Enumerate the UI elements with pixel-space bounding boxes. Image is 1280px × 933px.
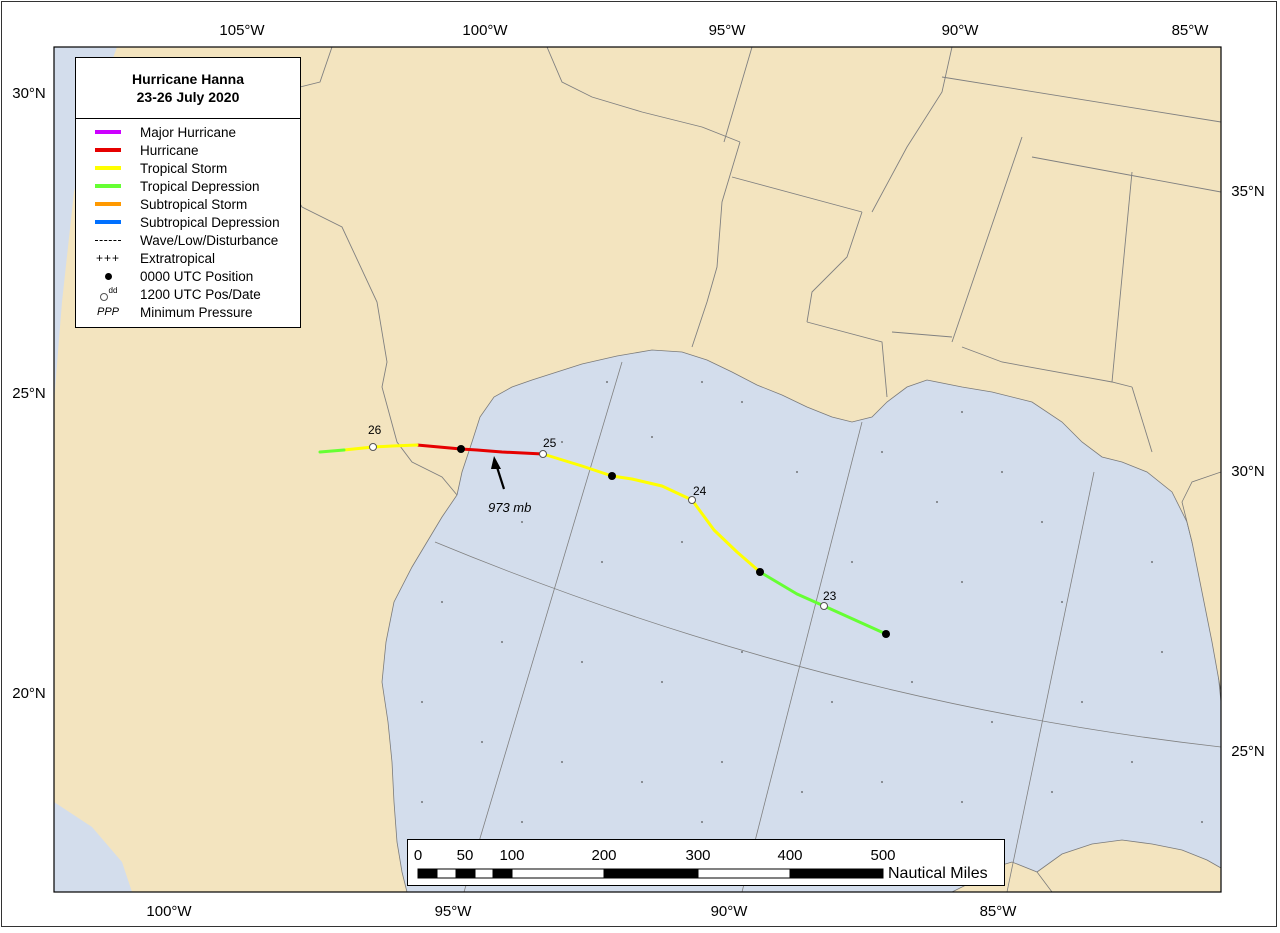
legend-symbol bbox=[76, 159, 140, 177]
legend: Hurricane Hanna 23-26 July 2020 Major Hu… bbox=[75, 57, 301, 328]
legend-item: Subtropical Storm bbox=[76, 195, 300, 213]
date-label-25: 25 bbox=[543, 436, 557, 450]
scale-segment bbox=[697, 868, 791, 879]
scale-segment bbox=[455, 868, 476, 879]
scale-segment bbox=[474, 868, 494, 879]
legend-item: Hurricane bbox=[76, 141, 300, 159]
legend-symbol bbox=[76, 213, 140, 231]
legend-item: 0000 UTC Position bbox=[76, 267, 300, 285]
lat-label-right: 35°N bbox=[1231, 183, 1265, 200]
legend-item: Wave/Low/Disturbance bbox=[76, 231, 300, 249]
lon-label-top: 85°W bbox=[1172, 22, 1210, 39]
scale-bar: 0 50 100 200 300 400 500 Nautical Miles bbox=[407, 839, 1005, 886]
legend-item: dd 1200 UTC Pos/Date bbox=[76, 285, 300, 303]
legend-label: Major Hurricane bbox=[140, 124, 237, 140]
lon-label-bottom: 90°W bbox=[711, 903, 749, 920]
lon-label-top: 95°W bbox=[709, 22, 747, 39]
legend-symbol bbox=[76, 141, 140, 159]
date-label-23: 23 bbox=[823, 589, 837, 603]
color-swatch bbox=[95, 184, 121, 188]
lon-label-top: 100°W bbox=[462, 22, 508, 39]
legend-symbol: +++ bbox=[76, 249, 140, 267]
open-circle-icon bbox=[99, 293, 108, 301]
legend-item: Tropical Storm bbox=[76, 159, 300, 177]
scale-segment bbox=[417, 868, 438, 879]
lon-label-bottom: 95°W bbox=[435, 903, 473, 920]
legend-symbol bbox=[76, 123, 140, 141]
legend-symbol bbox=[76, 195, 140, 213]
legend-label: Subtropical Depression bbox=[140, 214, 280, 230]
legend-item: Subtropical Depression bbox=[76, 213, 300, 231]
scale-segment bbox=[492, 868, 513, 879]
scale-segment bbox=[603, 868, 699, 879]
position-dot bbox=[608, 472, 616, 480]
lat-label-left: 30°N bbox=[12, 85, 46, 102]
legend-label: Minimum Pressure bbox=[140, 304, 253, 320]
lat-label-left: 25°N bbox=[12, 385, 46, 402]
legend-label: Subtropical Storm bbox=[140, 196, 248, 212]
lat-label-left: 20°N bbox=[12, 685, 46, 702]
scale-tick-label: 50 bbox=[457, 847, 474, 864]
color-swatch bbox=[95, 148, 121, 152]
legend-symbol: PPP bbox=[76, 303, 140, 321]
legend-label: 1200 UTC Pos/Date bbox=[140, 286, 261, 302]
legend-item: Major Hurricane bbox=[76, 123, 300, 141]
legend-item: Tropical Depression bbox=[76, 177, 300, 195]
lon-label-top: 105°W bbox=[219, 22, 265, 39]
legend-symbol: dd bbox=[76, 285, 140, 303]
legend-label: 0000 UTC Position bbox=[140, 268, 254, 284]
lon-label-bottom: 100°W bbox=[146, 903, 192, 920]
color-swatch bbox=[95, 220, 121, 224]
color-swatch bbox=[95, 130, 121, 134]
scale-segment bbox=[789, 868, 884, 879]
position-circle bbox=[369, 443, 377, 451]
legend-label: Tropical Depression bbox=[140, 178, 260, 194]
legend-title: Hurricane Hanna 23-26 July 2020 bbox=[76, 58, 300, 119]
scale-bar-svg: 0 50 100 200 300 400 500 Nautical Miles bbox=[414, 847, 988, 882]
lon-label-bottom: 85°W bbox=[980, 903, 1018, 920]
position-circle bbox=[820, 602, 828, 610]
title-date-range: 23-26 July 2020 bbox=[136, 89, 240, 105]
legend-label: Extratropical bbox=[140, 250, 216, 266]
date-label-26: 26 bbox=[368, 423, 382, 437]
dashed-line-icon bbox=[95, 239, 121, 241]
color-swatch bbox=[95, 166, 121, 170]
scale-tick-label: 500 bbox=[870, 847, 895, 864]
filled-dot-icon bbox=[104, 272, 112, 280]
scale-segment bbox=[511, 868, 605, 879]
position-dot bbox=[756, 568, 764, 576]
lat-label-right: 30°N bbox=[1231, 463, 1265, 480]
scale-segment bbox=[436, 868, 457, 879]
scale-tick-label: 400 bbox=[777, 847, 802, 864]
legend-item: PPP Minimum Pressure bbox=[76, 303, 300, 321]
lat-label-right: 25°N bbox=[1231, 743, 1265, 760]
pressure-symbol: PPP bbox=[96, 306, 119, 318]
track-td-end bbox=[318, 448, 346, 454]
legend-items: Major Hurricane Hurricane Tropical Storm Tr… bbox=[76, 119, 300, 321]
scale-tick-label: 200 bbox=[591, 847, 616, 864]
scale-unit-label: Nautical Miles bbox=[888, 865, 988, 882]
scale-tick-label: 100 bbox=[499, 847, 524, 864]
position-dot bbox=[457, 445, 465, 453]
scale-tick-label: 300 bbox=[685, 847, 710, 864]
legend-symbol bbox=[76, 231, 140, 249]
legend-label: Tropical Storm bbox=[140, 160, 228, 176]
lon-label-top: 90°W bbox=[942, 22, 980, 39]
title-storm-name: Hurricane Hanna bbox=[131, 71, 245, 87]
legend-item: +++ Extratropical bbox=[76, 249, 300, 267]
position-dot bbox=[882, 630, 890, 638]
date-marker-text: dd bbox=[108, 285, 118, 295]
min-pressure-label: 973 mb bbox=[488, 500, 531, 515]
legend-symbol bbox=[76, 267, 140, 285]
map-frame: 26 25 24 23 973 mb 105°W 100°W 95°W 90°W… bbox=[1, 1, 1277, 927]
legend-label: Hurricane bbox=[140, 142, 199, 158]
color-swatch bbox=[95, 202, 121, 206]
scale-tick-label: 0 bbox=[414, 847, 422, 864]
position-circle bbox=[539, 450, 547, 458]
extratropical-icon: +++ bbox=[95, 251, 121, 265]
legend-label: Wave/Low/Disturbance bbox=[140, 232, 279, 248]
date-label-24: 24 bbox=[693, 484, 707, 498]
legend-symbol bbox=[76, 177, 140, 195]
